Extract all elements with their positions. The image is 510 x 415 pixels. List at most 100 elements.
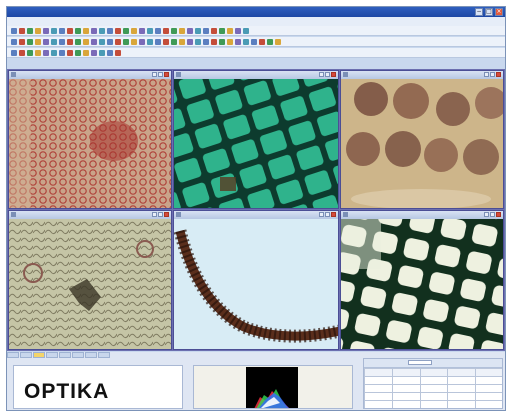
toolbar-button[interactable] xyxy=(67,49,73,56)
toolbar-button[interactable] xyxy=(163,38,169,45)
table-row[interactable] xyxy=(364,384,502,393)
pane-maximize-button[interactable] xyxy=(490,72,495,77)
toolbar-button[interactable] xyxy=(275,38,281,45)
pane-minimize-button[interactable] xyxy=(319,212,324,217)
toolbar-button[interactable] xyxy=(195,38,201,45)
toolbar-button[interactable] xyxy=(11,49,17,56)
toolbar-button[interactable] xyxy=(179,27,185,34)
pane-minimize-button[interactable] xyxy=(484,212,489,217)
toolbar-button[interactable] xyxy=(99,49,105,56)
toolbar-button[interactable] xyxy=(147,27,153,34)
toolbar-button[interactable] xyxy=(131,38,137,45)
toolbar-button[interactable] xyxy=(107,49,113,56)
pane-close-button[interactable] xyxy=(496,72,501,77)
toolbar-button[interactable] xyxy=(51,49,57,56)
toolbar-button[interactable] xyxy=(35,49,41,56)
toolbar-button[interactable] xyxy=(51,27,57,34)
pane-close-button[interactable] xyxy=(331,212,336,217)
toolbar-button[interactable] xyxy=(187,38,193,45)
toolbar-button[interactable] xyxy=(83,38,89,45)
table-row[interactable] xyxy=(364,392,502,401)
toolbar-button[interactable] xyxy=(19,38,25,45)
toolbar-button[interactable] xyxy=(59,49,65,56)
pane-maximize-button[interactable] xyxy=(158,72,163,77)
toolbar-button[interactable] xyxy=(235,38,241,45)
tab-4[interactable] xyxy=(46,352,58,358)
toolbar-button[interactable] xyxy=(43,38,49,45)
toolbar-button[interactable] xyxy=(123,27,129,34)
toolbar-button[interactable] xyxy=(211,38,217,45)
toolbar-button[interactable] xyxy=(19,27,25,34)
toolbar-button[interactable] xyxy=(259,38,265,45)
toolbar-button[interactable] xyxy=(195,27,201,34)
toolbar-button[interactable] xyxy=(107,27,113,34)
toolbar-button[interactable] xyxy=(187,27,193,34)
toolbar-button[interactable] xyxy=(19,49,25,56)
toolbar-button[interactable] xyxy=(75,38,81,45)
pane-close-button[interactable] xyxy=(496,212,501,217)
toolbar-button[interactable] xyxy=(123,38,129,45)
toolbar-button[interactable] xyxy=(11,38,17,45)
pane-4[interactable] xyxy=(8,210,172,350)
pane-3[interactable] xyxy=(340,70,504,209)
toolbar-button[interactable] xyxy=(243,38,249,45)
toolbar-button[interactable] xyxy=(35,38,41,45)
toolbar-button[interactable] xyxy=(91,27,97,34)
close-button[interactable]: × xyxy=(495,8,503,16)
pane-close-button[interactable] xyxy=(331,72,336,77)
toolbar-button[interactable] xyxy=(203,27,209,34)
tab-7[interactable] xyxy=(85,352,97,358)
toolbar-button[interactable] xyxy=(107,38,113,45)
pane-minimize-button[interactable] xyxy=(484,72,489,77)
toolbar-button[interactable] xyxy=(91,38,97,45)
toolbar-button[interactable] xyxy=(227,38,233,45)
toolbar-button[interactable] xyxy=(171,27,177,34)
pane-close-button[interactable] xyxy=(164,212,169,217)
toolbar-button[interactable] xyxy=(139,38,145,45)
pane-minimize-button[interactable] xyxy=(152,212,157,217)
toolbar-button[interactable] xyxy=(11,27,17,34)
toolbar-button[interactable] xyxy=(27,27,33,34)
table-row[interactable] xyxy=(364,400,502,408)
toolbar-button[interactable] xyxy=(27,49,33,56)
pane-maximize-button[interactable] xyxy=(325,212,330,217)
pane-maximize-button[interactable] xyxy=(158,212,163,217)
toolbar-button[interactable] xyxy=(51,38,57,45)
toolbar-button[interactable] xyxy=(67,27,73,34)
pane-1[interactable] xyxy=(8,70,172,209)
pane-minimize-button[interactable] xyxy=(319,72,324,77)
toolbar-button[interactable] xyxy=(179,38,185,45)
pane-maximize-button[interactable] xyxy=(490,212,495,217)
toolbar-button[interactable] xyxy=(131,27,137,34)
tab-5[interactable] xyxy=(59,352,71,358)
toolbar-button[interactable] xyxy=(75,27,81,34)
toolbar-button[interactable] xyxy=(171,38,177,45)
toolbar-button[interactable] xyxy=(139,27,145,34)
toolbar-button[interactable] xyxy=(27,38,33,45)
toolbar-button[interactable] xyxy=(99,27,105,34)
toolbar-button[interactable] xyxy=(227,27,233,34)
tab-6[interactable] xyxy=(72,352,84,358)
pane-maximize-button[interactable] xyxy=(325,72,330,77)
tab-2[interactable] xyxy=(20,352,32,358)
tab-1[interactable] xyxy=(7,352,19,358)
toolbar-button[interactable] xyxy=(91,49,97,56)
tab-3[interactable] xyxy=(33,352,45,358)
toolbar-button[interactable] xyxy=(83,49,89,56)
toolbar-button[interactable] xyxy=(219,27,225,34)
pane-6[interactable] xyxy=(340,210,504,350)
minimize-button[interactable]: − xyxy=(475,8,483,16)
toolbar-button[interactable] xyxy=(251,38,257,45)
maximize-button[interactable]: □ xyxy=(485,8,493,16)
toolbar-button[interactable] xyxy=(99,38,105,45)
pane-2[interactable] xyxy=(173,70,339,209)
toolbar-button[interactable] xyxy=(83,27,89,34)
toolbar-button[interactable] xyxy=(163,27,169,34)
pane-5[interactable] xyxy=(173,210,339,350)
toolbar-button[interactable] xyxy=(155,27,161,34)
pane-close-button[interactable] xyxy=(164,72,169,77)
toolbar-button[interactable] xyxy=(35,27,41,34)
toolbar-button[interactable] xyxy=(219,38,225,45)
toolbar-button[interactable] xyxy=(267,38,273,45)
toolbar-button[interactable] xyxy=(67,38,73,45)
